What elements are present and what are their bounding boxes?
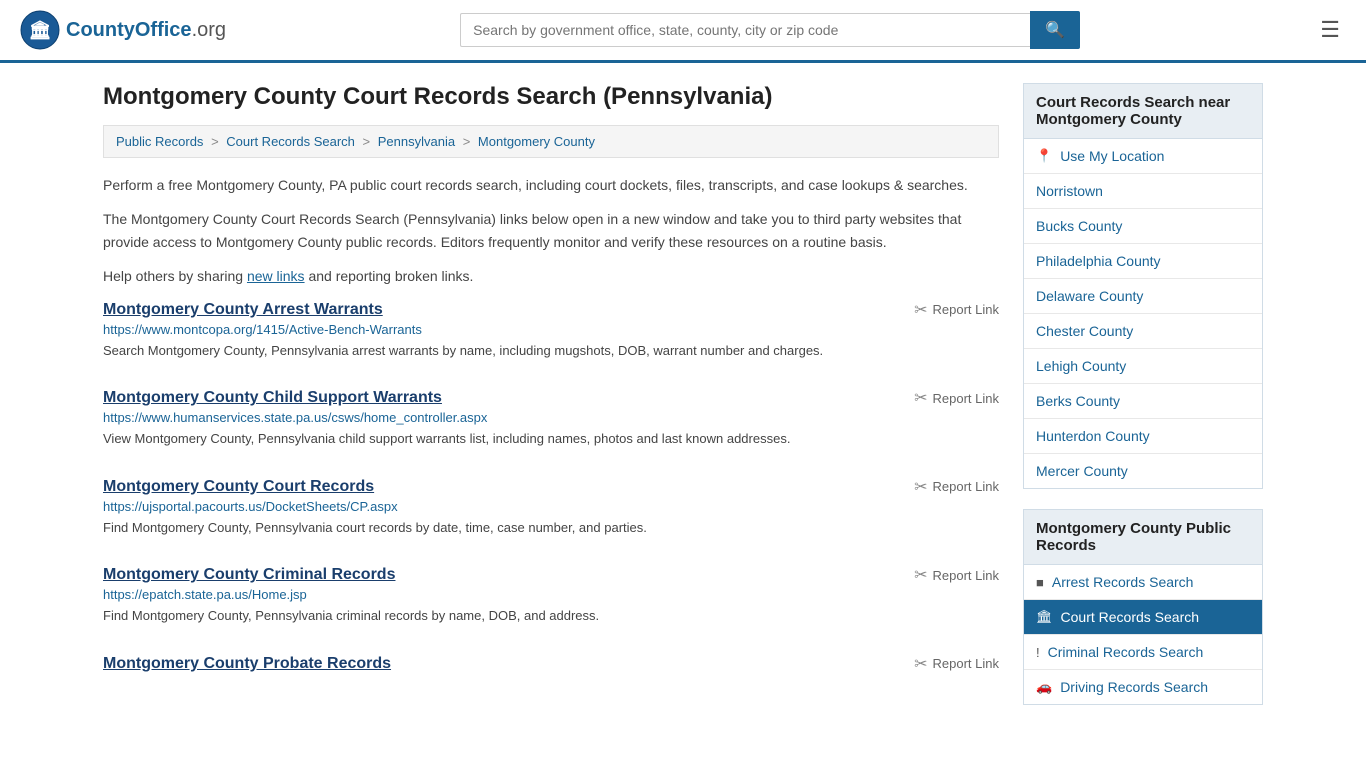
sidebar-nearby-item[interactable]: 📍 Use My Location	[1024, 139, 1262, 174]
scissors-icon: ✂	[914, 565, 927, 585]
search-icon: 🔍	[1045, 22, 1065, 39]
sidebar-public-records-item[interactable]: ■ Arrest Records Search	[1024, 565, 1262, 600]
report-link-button[interactable]: ✂ Report Link	[914, 300, 999, 320]
search-input[interactable]	[460, 13, 1030, 47]
location-pin-icon: 📍	[1036, 148, 1052, 164]
result-item-header: Montgomery County Probate Records ✂ Repor…	[103, 654, 999, 674]
results-list: Montgomery County Arrest Warrants ✂ Repor…	[103, 300, 999, 674]
sidebar-item-label: Berks County	[1036, 393, 1120, 409]
report-link-button[interactable]: ✂ Report Link	[914, 654, 999, 674]
breadcrumb-sep-1: >	[211, 134, 222, 149]
breadcrumb-montgomery[interactable]: Montgomery County	[478, 134, 595, 149]
description-2: The Montgomery County Court Records Sear…	[103, 208, 999, 253]
result-url: https://epatch.state.pa.us/Home.jsp	[103, 587, 999, 602]
content-area: Montgomery County Court Records Search (…	[103, 83, 999, 725]
scissors-icon: ✂	[914, 654, 927, 674]
sidebar-item-label: Chester County	[1036, 323, 1133, 339]
result-title[interactable]: Montgomery County Court Records	[103, 478, 374, 496]
result-title[interactable]: Montgomery County Probate Records	[103, 655, 391, 673]
result-title[interactable]: Montgomery County Criminal Records	[103, 566, 395, 584]
sidebar-nearby-item[interactable]: Bucks County	[1024, 209, 1262, 244]
nearby-section: 📍 Use My Location Norristown Bucks County Ph…	[1023, 139, 1263, 489]
breadcrumb-court-records[interactable]: Court Records Search	[226, 134, 355, 149]
building-icon: 🏛	[1036, 609, 1053, 625]
result-description: Search Montgomery County, Pennsylvania a…	[103, 341, 999, 361]
nearby-section-title: Court Records Search near Montgomery Cou…	[1023, 83, 1263, 139]
result-title[interactable]: Montgomery County Child Support Warrants	[103, 389, 442, 407]
site-header: 🏛 CountyOffice.org 🔍 ☰	[0, 0, 1366, 63]
sidebar-nearby-item[interactable]: Hunterdon County	[1024, 419, 1262, 454]
result-item: Montgomery County Arrest Warrants ✂ Repor…	[103, 300, 999, 361]
sidebar-item-label: Delaware County	[1036, 288, 1143, 304]
logo-icon: 🏛	[20, 10, 60, 50]
svg-text:🏛: 🏛	[29, 20, 52, 40]
public-records-section-title: Montgomery County Public Records	[1023, 509, 1263, 565]
result-item-header: Montgomery County Child Support Warrants…	[103, 388, 999, 408]
result-description: Find Montgomery County, Pennsylvania cri…	[103, 606, 999, 626]
result-item: Montgomery County Child Support Warrants…	[103, 388, 999, 449]
result-url: https://ujsportal.pacourts.us/DocketShee…	[103, 499, 999, 514]
result-description: View Montgomery County, Pennsylvania chi…	[103, 429, 999, 449]
result-item: Montgomery County Court Records ✂ Report …	[103, 477, 999, 538]
sidebar-nearby-item[interactable]: Mercer County	[1024, 454, 1262, 488]
result-item-header: Montgomery County Court Records ✂ Report …	[103, 477, 999, 497]
result-item: Montgomery County Probate Records ✂ Repor…	[103, 654, 999, 674]
logo[interactable]: 🏛 CountyOffice.org	[20, 10, 226, 50]
result-url: https://www.montcopa.org/1415/Active-Ben…	[103, 322, 999, 337]
report-link-button[interactable]: ✂ Report Link	[914, 477, 999, 497]
result-description: Find Montgomery County, Pennsylvania cou…	[103, 518, 999, 538]
breadcrumb: Public Records > Court Records Search > …	[103, 125, 999, 158]
sidebar-nearby-item[interactable]: Berks County	[1024, 384, 1262, 419]
sidebar-public-records-item[interactable]: ! Criminal Records Search	[1024, 635, 1262, 670]
sidebar-item-label: Driving Records Search	[1060, 679, 1208, 695]
sidebar-item-label: Philadelphia County	[1036, 253, 1161, 269]
result-url: https://www.humanservices.state.pa.us/cs…	[103, 410, 999, 425]
sidebar-nearby-item[interactable]: Chester County	[1024, 314, 1262, 349]
menu-button[interactable]: ☰	[1314, 11, 1346, 49]
sidebar-item-label: Criminal Records Search	[1048, 644, 1204, 660]
sidebar-nearby-item[interactable]: Norristown	[1024, 174, 1262, 209]
scissors-icon: ✂	[914, 388, 927, 408]
search-area: 🔍	[460, 11, 1080, 49]
breadcrumb-sep-3: >	[463, 134, 474, 149]
sidebar-item-label: Bucks County	[1036, 218, 1122, 234]
public-records-section: ■ Arrest Records Search 🏛 Court Records Sea…	[1023, 565, 1263, 705]
sidebar-item-label: Lehigh County	[1036, 358, 1126, 374]
car-icon: 🚗	[1036, 679, 1052, 695]
description-1: Perform a free Montgomery County, PA pub…	[103, 174, 999, 196]
sidebar-item-label: Court Records Search	[1061, 609, 1200, 625]
sidebar-public-records-item[interactable]: 🚗 Driving Records Search	[1024, 670, 1262, 704]
search-button[interactable]: 🔍	[1030, 11, 1080, 49]
sidebar-public-records-item[interactable]: 🏛 Court Records Search	[1024, 600, 1262, 635]
sidebar-item-label: Norristown	[1036, 183, 1103, 199]
new-links-link[interactable]: new links	[247, 268, 305, 284]
page-title: Montgomery County Court Records Search (…	[103, 83, 999, 111]
square-icon: ■	[1036, 575, 1044, 590]
logo-text: CountyOffice.org	[66, 19, 226, 42]
result-item-header: Montgomery County Criminal Records ✂ Repo…	[103, 565, 999, 585]
result-item-header: Montgomery County Arrest Warrants ✂ Repor…	[103, 300, 999, 320]
result-item: Montgomery County Criminal Records ✂ Repo…	[103, 565, 999, 626]
sidebar-nearby-item[interactable]: Lehigh County	[1024, 349, 1262, 384]
result-title[interactable]: Montgomery County Arrest Warrants	[103, 301, 383, 319]
sidebar-item-label: Use My Location	[1060, 148, 1164, 164]
report-link-button[interactable]: ✂ Report Link	[914, 565, 999, 585]
sidebar-item-label: Arrest Records Search	[1052, 574, 1194, 590]
main-container: Montgomery County Court Records Search (…	[83, 63, 1283, 745]
description-3: Help others by sharing new links and rep…	[103, 265, 999, 287]
exclaim-icon: !	[1036, 645, 1040, 660]
sidebar-item-label: Mercer County	[1036, 463, 1128, 479]
breadcrumb-sep-2: >	[363, 134, 374, 149]
scissors-icon: ✂	[914, 300, 927, 320]
sidebar-item-label: Hunterdon County	[1036, 428, 1150, 444]
breadcrumb-public-records[interactable]: Public Records	[116, 134, 203, 149]
sidebar-nearby-item[interactable]: Delaware County	[1024, 279, 1262, 314]
breadcrumb-pennsylvania[interactable]: Pennsylvania	[378, 134, 455, 149]
hamburger-icon: ☰	[1320, 17, 1340, 42]
sidebar: Court Records Search near Montgomery Cou…	[1023, 83, 1263, 725]
scissors-icon: ✂	[914, 477, 927, 497]
sidebar-nearby-item[interactable]: Philadelphia County	[1024, 244, 1262, 279]
report-link-button[interactable]: ✂ Report Link	[914, 388, 999, 408]
